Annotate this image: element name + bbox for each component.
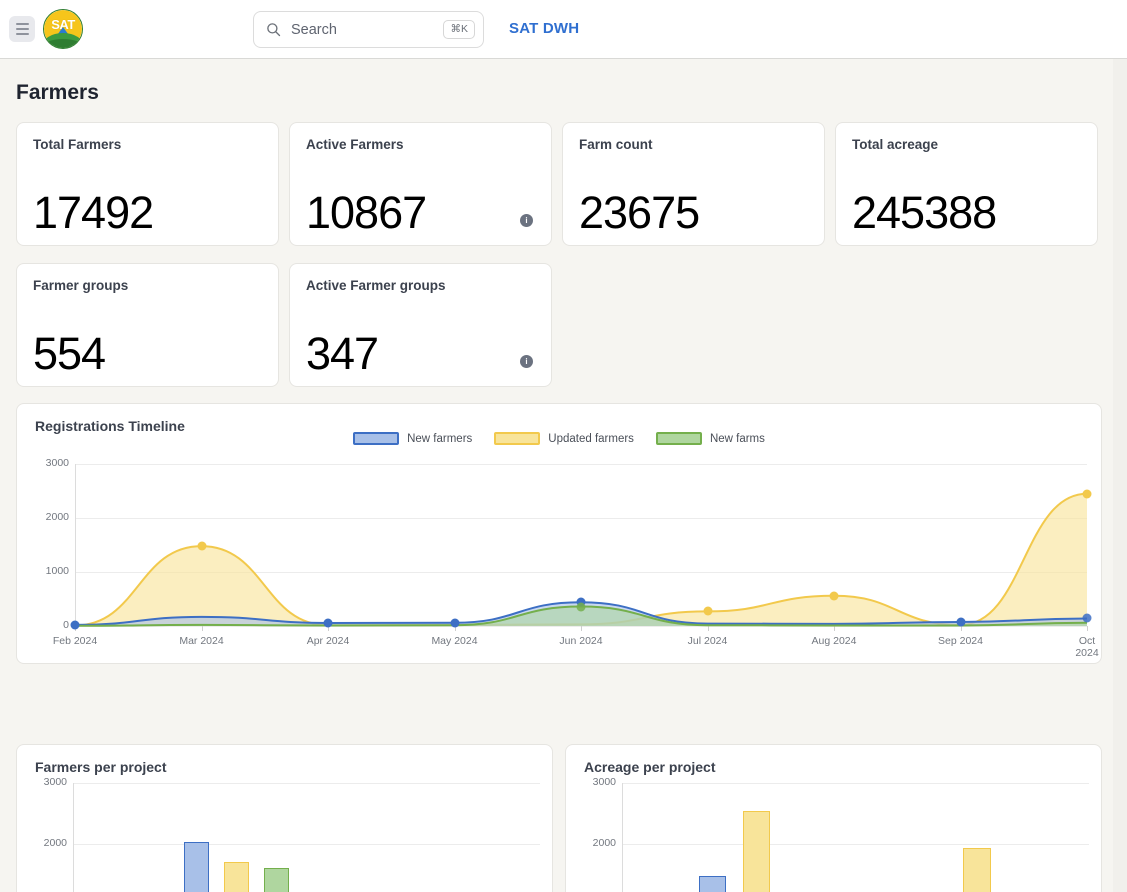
page-content: Farmers Total Farmers 17492 Active Farme… [0,59,1113,892]
gridline [622,783,1089,784]
gridline [73,783,540,784]
acreage-per-project-panel: Acreage per project 0100020003000 [565,744,1102,892]
data-point-marker[interactable] [197,541,206,551]
kpi-value: 245388 [852,187,997,238]
kpi-label: Active Farmer groups [306,278,446,293]
app-logo[interactable]: SAT [43,9,83,49]
hamburger-icon[interactable] [9,16,35,42]
data-point-marker[interactable] [450,618,459,628]
kpi-card-farm-count[interactable]: Farm count 23675 [562,122,825,246]
panel-title: Registrations Timeline [35,418,185,434]
data-point-marker[interactable] [703,606,712,616]
y-axis-line [622,783,623,892]
search-shortcut-badge: ⌘K [443,20,475,39]
y-axis-tick-label: 3000 [592,776,616,788]
legend-label: Updated farmers [548,432,634,445]
bar[interactable] [699,876,727,892]
kpi-value: 23675 [579,187,700,238]
bar[interactable] [264,867,290,892]
legend-item-0[interactable]: New farmers [353,432,472,445]
logo-field-dark [44,39,82,48]
kpi-row-2: Farmer groups 554 Active Farmer groups 3… [16,263,1113,387]
hamburger-bar [15,33,29,35]
page-title: Farmers [16,81,99,104]
top-bar: SAT Search ⌘K SAT DWH [0,0,1113,59]
y-axis-tick-label: 3000 [43,776,67,788]
search-placeholder: Search [291,21,337,38]
data-point-marker[interactable] [829,591,839,601]
bar[interactable] [223,861,249,892]
kpi-label: Active Farmers [306,137,404,152]
info-icon[interactable]: i [520,355,533,368]
farmers-per-project-panel: Farmers per project 0100020003000 [16,744,553,892]
data-point-marker[interactable] [576,602,586,612]
data-point-marker[interactable] [323,618,333,628]
data-point-marker[interactable] [70,620,80,630]
farmers-plot-area[interactable]: 0100020003000 [17,773,554,892]
legend-label: New farmers [407,432,473,445]
kpi-card-farmer-groups[interactable]: Farmer groups 554 [16,263,279,387]
topbar-right-filler [1113,0,1127,59]
kpi-card-active-farmer-groups[interactable]: Active Farmer groups 347 i [289,263,552,387]
kpi-value: 347 [306,328,379,379]
data-point-marker[interactable] [1082,613,1092,623]
kpi-card-total-acreage[interactable]: Total acreage 245388 [835,122,1098,246]
timeline-plot-area[interactable]: 0 1000 2000 3000 Feb 2024 Mar 2024 Apr 2024 May… [17,456,1103,659]
panel-title: Farmers per project [35,759,167,775]
bar[interactable] [963,848,991,892]
gridline [622,844,1089,846]
legend-item-2[interactable]: New farms [655,432,765,445]
kpi-card-total-farmers[interactable]: Total Farmers 17492 [16,122,279,246]
y-axis-tick-label: 2000 [43,837,67,850]
legend-label: New farms [709,432,765,445]
legend-swatch [353,432,400,445]
search-input[interactable]: Search ⌘K [253,11,484,48]
search-icon [267,23,281,37]
legend-item-1[interactable]: Updated farmers [494,432,634,445]
kpi-value: 17492 [33,187,154,238]
panel-title: Acreage per project [584,759,716,775]
kpi-card-active-farmers[interactable]: Active Farmers 10867 i [289,122,552,246]
kpi-row-1: Total Farmers 17492 Active Farmers 10867… [16,122,1113,246]
bar[interactable] [183,841,209,892]
legend-swatch [655,432,702,445]
data-point-marker[interactable] [1082,489,1092,499]
bar[interactable] [743,810,771,892]
data-point-marker[interactable] [956,617,965,627]
kpi-label: Total acreage [852,137,939,152]
kpi-label: Total Farmers [33,137,122,152]
timeline-series-svg [74,492,1088,627]
acreage-plot-area[interactable]: 0100020003000 [566,773,1103,892]
chart-legend: New farmers Updated farmers New farms [17,432,1101,445]
hamburger-bar [15,23,29,25]
y-axis-tick-label: 2000 [592,837,616,850]
y-axis-line [73,783,74,892]
gridline [73,844,540,846]
kpi-value: 554 [33,328,106,379]
logo-text: SAT [51,17,75,32]
brand-link[interactable]: SAT DWH [509,20,579,37]
kpi-label: Farmer groups [33,278,129,293]
legend-swatch [494,432,541,445]
info-icon[interactable]: i [520,214,533,227]
page-scrollbar[interactable] [1113,59,1127,892]
kpi-value: 10867 [306,187,427,238]
registrations-timeline-panel: Registrations Timeline New farmers Update… [16,403,1102,664]
hamburger-bar [15,28,29,30]
kpi-label: Farm count [579,137,653,152]
